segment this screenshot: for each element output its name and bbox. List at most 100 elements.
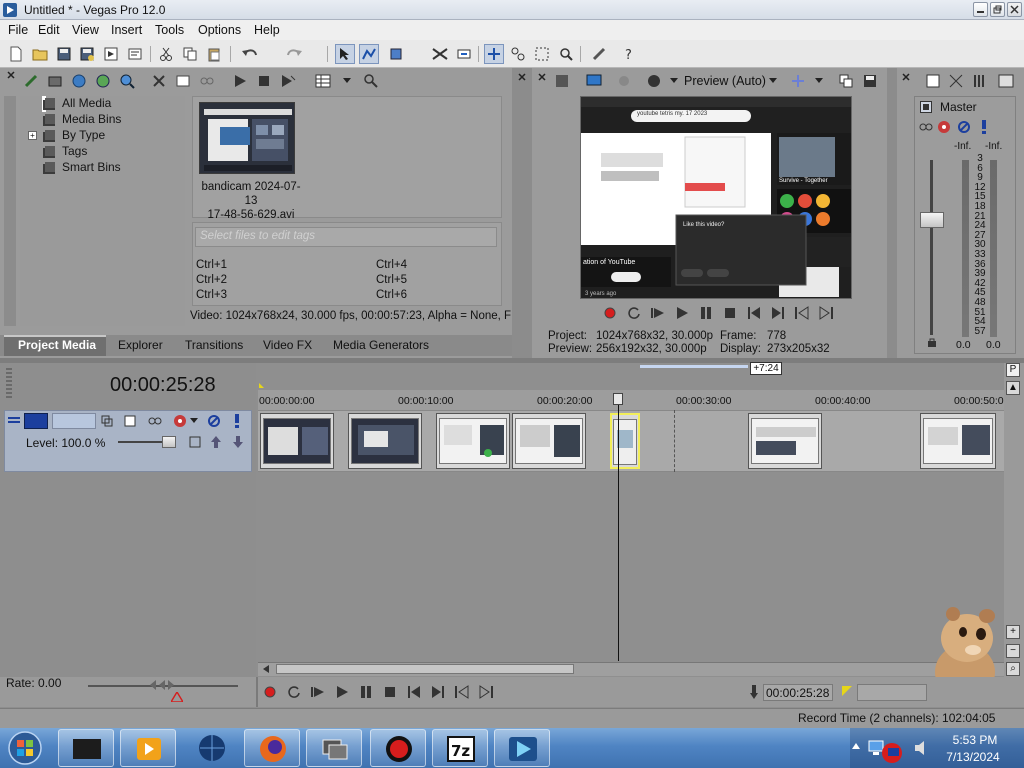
video-preview-screen[interactable]: youtube tetris my. 17 2023 ation of YouT… xyxy=(580,96,852,299)
clock-time[interactable]: 5:53 PM xyxy=(945,733,1005,747)
go-to-end-icon[interactable] xyxy=(770,306,786,320)
time-ruler[interactable] xyxy=(258,390,1004,410)
cursor-handle[interactable] xyxy=(613,393,623,405)
video-clip[interactable] xyxy=(920,413,996,469)
next-frame-icon[interactable] xyxy=(478,685,494,699)
fader-lock-icon[interactable] xyxy=(926,336,938,348)
preview-quality-dropdown[interactable]: Preview (Auto) xyxy=(684,74,766,88)
taskbar-windows-icon[interactable] xyxy=(306,729,362,767)
taskbar-globe-icon[interactable] xyxy=(184,729,240,767)
move-track-up-icon[interactable] xyxy=(210,435,222,449)
expand-icon[interactable]: + xyxy=(28,131,37,140)
track-minimize-icon[interactable] xyxy=(7,414,21,428)
tag-shortcut[interactable]: Ctrl+1 xyxy=(196,259,227,271)
copy-icon[interactable] xyxy=(180,44,200,64)
play-icon[interactable] xyxy=(334,685,350,699)
media-thumbnail[interactable] xyxy=(199,102,295,174)
tray-volume-icon[interactable] xyxy=(913,739,929,757)
menu-view[interactable]: View xyxy=(72,23,99,37)
open-folder-icon[interactable] xyxy=(30,44,50,64)
video-clip[interactable] xyxy=(512,413,586,469)
copy-snapshot-icon[interactable] xyxy=(838,73,854,89)
track-expand-icon[interactable] xyxy=(188,435,202,449)
zoom-tool-icon[interactable]: ⌕ xyxy=(1006,662,1020,676)
capture-video-icon[interactable] xyxy=(46,72,64,90)
close-panel-icon[interactable] xyxy=(517,72,527,82)
mute-track-icon[interactable] xyxy=(206,413,222,429)
media-properties-icon[interactable] xyxy=(174,72,192,90)
minimize-button[interactable] xyxy=(973,2,988,17)
media-fx-icon[interactable] xyxy=(118,72,136,90)
pause-icon[interactable] xyxy=(698,306,714,320)
track-settings-gear-icon[interactable] xyxy=(172,413,188,429)
current-time-display[interactable]: 00:00:25:28 xyxy=(110,374,216,397)
loop-playback-icon[interactable] xyxy=(286,685,302,699)
loop-region-bar[interactable] xyxy=(640,365,748,368)
tag-shortcut[interactable]: Ctrl+3 xyxy=(196,289,227,301)
taskbar-bandicam-icon[interactable] xyxy=(370,729,426,767)
video-clip[interactable] xyxy=(436,413,510,469)
taskbar-7zip-icon[interactable]: 7z xyxy=(432,729,488,767)
zoom-in-icon[interactable]: + xyxy=(1006,625,1020,639)
rate-slider-handle[interactable] xyxy=(148,678,176,692)
selection-tool-icon[interactable] xyxy=(532,44,552,64)
new-project-icon[interactable] xyxy=(6,44,26,64)
timeline-marker-icon[interactable]: P xyxy=(1006,363,1020,377)
tab-transitions[interactable]: Transitions xyxy=(185,338,243,352)
tray-recording-icon[interactable] xyxy=(880,742,904,764)
close-button[interactable] xyxy=(1007,2,1022,17)
taskbar-firefox-icon[interactable] xyxy=(244,729,300,767)
start-button[interactable] xyxy=(6,730,44,766)
media-fx-chain-icon[interactable] xyxy=(198,72,216,90)
properties-icon[interactable] xyxy=(125,44,145,64)
save-snapshot-icon[interactable] xyxy=(862,73,878,89)
move-track-down-icon[interactable] xyxy=(232,435,244,449)
go-to-end-icon[interactable] xyxy=(430,685,446,699)
lock-envelopes-icon[interactable] xyxy=(484,44,504,64)
normal-edit-tool-icon[interactable] xyxy=(335,44,355,64)
close-panel-icon[interactable] xyxy=(6,70,16,80)
fx-gear-icon[interactable] xyxy=(936,119,952,135)
record-icon[interactable] xyxy=(602,306,618,320)
delete-media-icon[interactable] xyxy=(150,72,168,90)
track-name-field[interactable] xyxy=(52,413,96,429)
split-screen-icon[interactable] xyxy=(615,73,633,89)
next-frame-icon[interactable] xyxy=(818,306,834,320)
chevron-down-icon[interactable] xyxy=(190,418,198,424)
marker-bar[interactable] xyxy=(258,363,1004,390)
record-icon[interactable] xyxy=(262,685,278,699)
overlays-icon[interactable] xyxy=(790,73,806,89)
track-motion-icon[interactable] xyxy=(100,414,114,428)
previous-frame-icon[interactable] xyxy=(794,306,810,320)
selection-length-field[interactable] xyxy=(857,684,927,701)
menu-options[interactable]: Options xyxy=(198,23,241,37)
preview-quality-icon[interactable] xyxy=(645,73,663,89)
track-fx-icon[interactable] xyxy=(147,414,163,428)
solo-icon[interactable] xyxy=(978,119,990,135)
tag-input[interactable]: Select files to edit tags xyxy=(195,227,497,247)
tab-video-fx[interactable]: Video FX xyxy=(263,338,312,352)
pause-icon[interactable] xyxy=(358,685,374,699)
save-icon[interactable] xyxy=(54,44,74,64)
timeline-empty-area[interactable] xyxy=(258,472,1004,662)
show-hidden-icons-icon[interactable] xyxy=(851,742,861,752)
tree-item-all-media[interactable]: All Media xyxy=(42,96,111,112)
scroll-left-icon[interactable] xyxy=(260,664,272,674)
mixer-view-icon[interactable] xyxy=(948,73,964,89)
taskbar-vegas-icon[interactable] xyxy=(494,729,550,767)
play-from-start-icon[interactable] xyxy=(310,685,326,699)
menu-edit[interactable]: Edit xyxy=(38,23,60,37)
panel-divider[interactable] xyxy=(512,68,532,358)
menu-insert[interactable]: Insert xyxy=(111,23,142,37)
menu-file[interactable]: File xyxy=(8,23,28,37)
undo-icon[interactable] xyxy=(240,44,260,64)
track-level-handle[interactable] xyxy=(162,436,176,448)
mute-icon[interactable] xyxy=(956,119,972,135)
timeline-cursor[interactable] xyxy=(618,393,619,661)
views-icon[interactable] xyxy=(314,72,332,90)
restore-button[interactable] xyxy=(990,2,1005,17)
envelope-edit-tool-icon[interactable] xyxy=(359,44,379,64)
timeline-grip[interactable] xyxy=(6,368,12,398)
video-clip[interactable] xyxy=(260,413,334,469)
taskbar-media-player-icon[interactable] xyxy=(120,729,176,767)
